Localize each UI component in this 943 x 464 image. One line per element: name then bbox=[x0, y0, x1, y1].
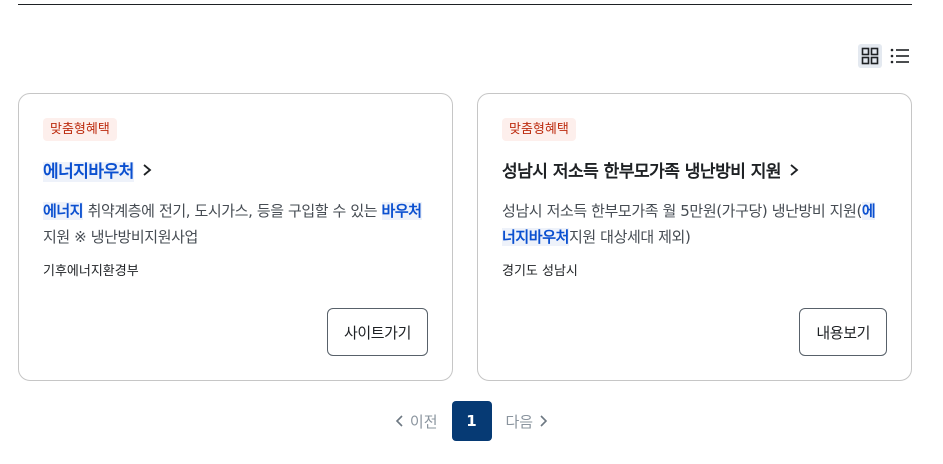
desc-text: 취약계층에 전기, 도시가스, 등을 구입할 수 있는 bbox=[83, 202, 382, 220]
title-highlight: 에너지바우처 bbox=[43, 162, 134, 182]
view-details-button[interactable]: 내용보기 bbox=[799, 308, 887, 356]
result-card: 맞춤형혜택 에너지바우처 에너지 취약계층에 전기, 도시가스, 등을 구입할 … bbox=[18, 93, 453, 381]
category-badge: 맞춤형혜택 bbox=[43, 118, 117, 141]
pagination: 이전 1 다음 bbox=[0, 401, 943, 441]
grid-icon bbox=[861, 47, 879, 65]
chevron-right-icon bbox=[540, 415, 548, 427]
card-title-link[interactable]: 성남시 저소득 한부모가족 냉난방비 지원 bbox=[502, 157, 887, 182]
next-page-button[interactable]: 다음 bbox=[506, 411, 550, 432]
card-description: 에너지 취약계층에 전기, 도시가스, 등을 구입할 수 있는 바우처 지원 ※… bbox=[43, 198, 428, 250]
title-text: 성남시 저소득 한부모가족 냉난방비 지원 bbox=[502, 162, 782, 182]
site-link-button[interactable]: 사이트가기 bbox=[326, 308, 428, 356]
result-card-list: 맞춤형혜택 에너지바우처 에너지 취약계층에 전기, 도시가스, 등을 구입할 … bbox=[18, 93, 912, 381]
card-organization: 기후에너지환경부 bbox=[43, 264, 139, 279]
prev-page-button[interactable]: 이전 bbox=[394, 411, 438, 432]
card-title: 에너지바우처 bbox=[43, 157, 134, 182]
card-organization: 경기도 성남시 bbox=[502, 264, 578, 279]
grid-view-button[interactable] bbox=[858, 44, 882, 68]
list-view-button[interactable] bbox=[888, 44, 912, 68]
chevron-right-icon bbox=[143, 163, 152, 176]
desc-text: 지원 대상세대 제외) bbox=[569, 228, 691, 246]
top-divider bbox=[18, 4, 912, 5]
desc-text: 성남시 저소득 한부모가족 월 5만원(가구당) 냉난방비 지원( bbox=[502, 202, 862, 220]
result-card: 맞춤형혜택 성남시 저소득 한부모가족 냉난방비 지원 성남시 저소득 한부모가… bbox=[477, 93, 912, 381]
chevron-right-icon bbox=[790, 163, 799, 176]
desc-text: 지원 ※ 냉난방비지원사업 bbox=[43, 228, 198, 246]
chevron-left-icon bbox=[395, 415, 403, 427]
category-badge: 맞춤형혜택 bbox=[502, 118, 576, 141]
list-icon bbox=[890, 48, 909, 64]
desc-highlight: 바우처 bbox=[381, 202, 422, 220]
page-number-current[interactable]: 1 bbox=[451, 401, 492, 441]
view-toggle bbox=[858, 44, 912, 68]
prev-label: 이전 bbox=[409, 412, 438, 431]
desc-highlight: 에너지 bbox=[43, 202, 84, 220]
next-label: 다음 bbox=[505, 412, 534, 431]
card-title: 성남시 저소득 한부모가족 냉난방비 지원 bbox=[502, 157, 782, 182]
card-title-link[interactable]: 에너지바우처 bbox=[43, 157, 428, 182]
card-description: 성남시 저소득 한부모가족 월 5만원(가구당) 냉난방비 지원(에너지바우처지… bbox=[502, 198, 887, 250]
